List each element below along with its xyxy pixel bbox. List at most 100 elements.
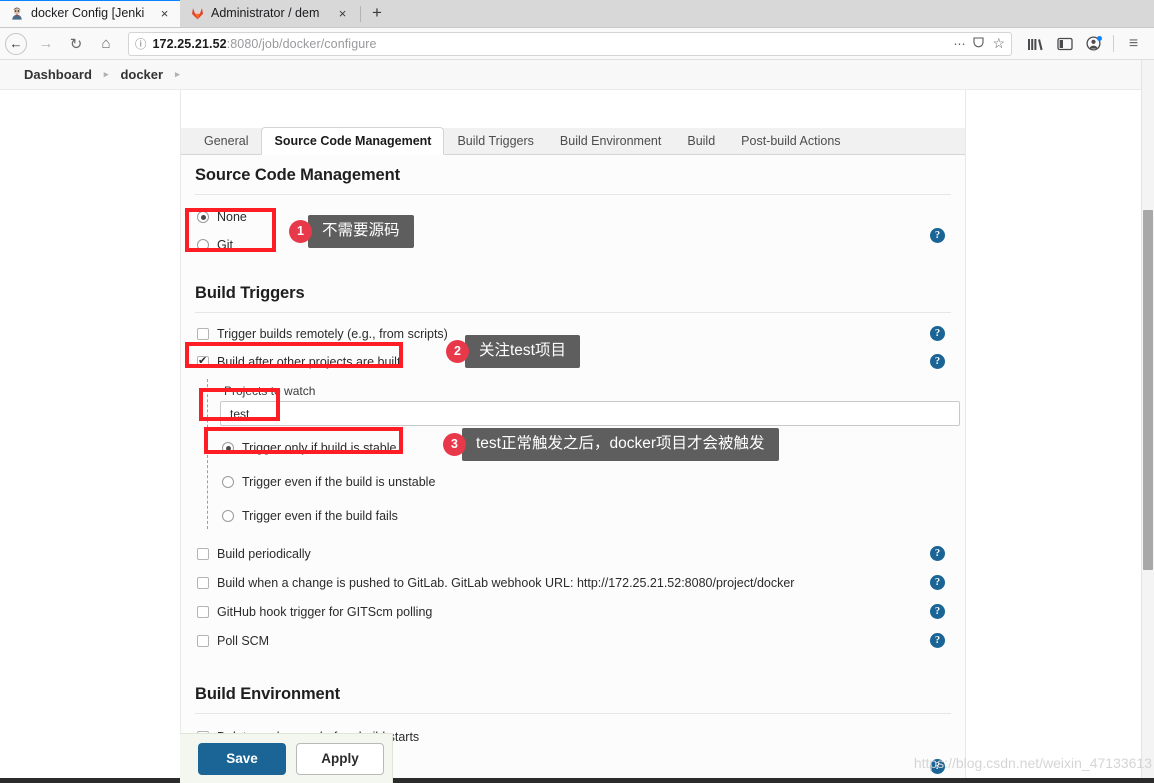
checkbox-github-hook[interactable] bbox=[197, 606, 209, 618]
section-title-scm: Source Code Management bbox=[195, 155, 951, 195]
help-icon[interactable]: ? bbox=[930, 228, 945, 243]
checkbox-build-after-other-projects[interactable] bbox=[197, 354, 209, 368]
sidebar-icon[interactable] bbox=[1051, 31, 1078, 57]
close-icon[interactable]: × bbox=[335, 6, 350, 21]
trigger-label: GitHub hook trigger for GITScm polling bbox=[217, 605, 433, 619]
projects-to-watch-input[interactable]: test bbox=[220, 401, 960, 426]
help-icon[interactable]: ? bbox=[930, 354, 945, 369]
tab-post-build-actions[interactable]: Post-build Actions bbox=[728, 127, 853, 154]
library-icon[interactable] bbox=[1022, 31, 1049, 57]
browser-window: docker Config [Jenki × Administrator / d… bbox=[0, 0, 1154, 783]
trigger-option-label: Trigger even if the build fails bbox=[242, 509, 398, 523]
radio-trigger-only-if-stable[interactable] bbox=[222, 442, 234, 454]
help-icon[interactable]: ? bbox=[930, 604, 945, 619]
breadcrumb-item-dashboard[interactable]: Dashboard bbox=[22, 67, 94, 82]
trigger-label: Build periodically bbox=[217, 547, 311, 561]
browser-tabstrip: docker Config [Jenki × Administrator / d… bbox=[0, 0, 1154, 28]
help-icon[interactable]: ? bbox=[930, 546, 945, 561]
browser-toolbar-right: ≡ bbox=[1022, 31, 1149, 57]
page-scrollbar[interactable] bbox=[1141, 60, 1154, 783]
site-info-icon[interactable]: ⓘ bbox=[135, 36, 147, 52]
tab-build-triggers[interactable]: Build Triggers bbox=[444, 127, 546, 154]
shield-icon[interactable] bbox=[972, 36, 985, 52]
jenkins-page: Dashboard ▸ docker ▸ General Source Code… bbox=[0, 60, 1154, 783]
account-notification-dot bbox=[1097, 35, 1102, 41]
url-text: 172.25.21.52:8080/job/docker/configure bbox=[153, 37, 948, 51]
annotation-3: 3 test正常触发之后，docker项目才会被触发 bbox=[443, 428, 779, 461]
window-bottom-edge bbox=[0, 778, 1154, 783]
save-button[interactable]: Save bbox=[198, 742, 286, 775]
config-form: Source Code Management None Git ? Build … bbox=[181, 155, 965, 783]
section-title-build-triggers: Build Triggers bbox=[195, 273, 951, 313]
chevron-right-icon: ▸ bbox=[175, 69, 180, 79]
reload-icon[interactable]: ↻ bbox=[62, 31, 90, 57]
url-host: 172.25.21.52 bbox=[152, 36, 227, 51]
tab-build[interactable]: Build bbox=[674, 127, 728, 154]
breadcrumb-item-docker[interactable]: docker bbox=[118, 67, 165, 82]
account-icon[interactable] bbox=[1080, 31, 1107, 57]
home-icon[interactable]: ⌂ bbox=[92, 31, 120, 57]
section-title-build-environment: Build Environment bbox=[195, 674, 951, 714]
annotation-badge: 2 bbox=[446, 339, 469, 363]
radio-git[interactable] bbox=[197, 239, 209, 251]
trigger-build-periodically[interactable]: Build periodically ? bbox=[195, 541, 951, 567]
annotation-text: 关注test项目 bbox=[465, 335, 580, 368]
checkbox-trigger-remote[interactable] bbox=[197, 328, 209, 340]
browser-tab-title: Administrator / dem bbox=[211, 6, 320, 20]
browser-tab-administrator-demo[interactable]: Administrator / dem × bbox=[180, 0, 358, 27]
form-action-bar: Save Apply bbox=[180, 733, 393, 783]
trigger-fails-option[interactable]: Trigger even if the build fails bbox=[220, 503, 951, 529]
annotation-badge: 1 bbox=[289, 219, 312, 243]
trigger-label: Trigger builds remotely (e.g., from scri… bbox=[217, 327, 448, 341]
help-icon[interactable]: ? bbox=[930, 326, 945, 341]
trigger-github-hook[interactable]: GitHub hook trigger for GITScm polling ? bbox=[195, 599, 951, 625]
chevron-right-icon: ▸ bbox=[103, 69, 109, 79]
trigger-unstable-option[interactable]: Trigger even if the build is unstable bbox=[220, 469, 951, 495]
trigger-poll-scm[interactable]: Poll SCM ? bbox=[195, 628, 951, 654]
trigger-gitlab-push[interactable]: Build when a change is pushed to GitLab.… bbox=[195, 570, 951, 596]
breadcrumb: Dashboard ▸ docker ▸ bbox=[0, 60, 1154, 90]
trigger-label: Poll SCM bbox=[217, 634, 270, 648]
annotation-badge: 3 bbox=[443, 432, 466, 456]
browser-tab-docker-config[interactable]: docker Config [Jenki × bbox=[0, 0, 180, 27]
apply-button[interactable]: Apply bbox=[296, 742, 384, 775]
page-actions-icon[interactable]: ⋯ bbox=[953, 37, 965, 51]
tab-build-environment[interactable]: Build Environment bbox=[547, 127, 674, 154]
checkbox-build-periodically[interactable] bbox=[197, 548, 209, 560]
url-bar[interactable]: ⓘ 172.25.21.52:8080/job/docker/configure… bbox=[128, 31, 1012, 56]
radio-trigger-even-if-fails[interactable] bbox=[222, 510, 234, 522]
close-icon[interactable]: × bbox=[157, 6, 172, 21]
annotation-text: test正常触发之后，docker项目才会被触发 bbox=[462, 428, 779, 461]
annotation-text: 不需要源码 bbox=[308, 215, 414, 248]
new-tab-button[interactable]: + bbox=[363, 0, 391, 27]
annotation-1: 1 不需要源码 bbox=[289, 215, 414, 248]
scm-option-label: None bbox=[217, 210, 247, 224]
tab-general[interactable]: General bbox=[191, 127, 261, 154]
tab-source-code-management[interactable]: Source Code Management bbox=[261, 127, 445, 155]
watermark: https://blog.csdn.net/weixin_47133613 bbox=[913, 755, 1152, 771]
checkbox-gitlab-push[interactable] bbox=[197, 577, 209, 589]
trigger-label: Build after other projects are built bbox=[217, 355, 401, 369]
trigger-label: Build when a change is pushed to GitLab.… bbox=[217, 576, 795, 590]
bookmark-star-icon[interactable]: ☆ bbox=[992, 35, 1005, 52]
radio-trigger-even-if-unstable[interactable] bbox=[222, 476, 234, 488]
checkbox-poll-scm[interactable] bbox=[197, 635, 209, 647]
scrollbar-thumb[interactable] bbox=[1143, 210, 1153, 570]
trigger-option-label: Trigger even if the build is unstable bbox=[242, 475, 436, 489]
help-icon[interactable]: ? bbox=[930, 575, 945, 590]
app-menu-icon[interactable]: ≡ bbox=[1120, 31, 1147, 57]
browser-navbar: ← → ↻ ⌂ ⓘ 172.25.21.52:8080/job/docker/c… bbox=[0, 28, 1154, 60]
annotation-2: 2 关注test项目 bbox=[446, 335, 580, 368]
trigger-option-label: Trigger only if build is stable bbox=[242, 441, 397, 455]
forward-button[interactable]: → bbox=[32, 31, 60, 57]
back-button[interactable]: ← bbox=[5, 32, 27, 55]
scm-option-label: Git bbox=[217, 238, 233, 252]
radio-none[interactable] bbox=[197, 211, 209, 223]
help-icon[interactable]: ? bbox=[930, 633, 945, 648]
projects-to-watch-label: Projects to watch bbox=[224, 384, 316, 398]
toolbar-divider bbox=[1113, 35, 1114, 52]
url-path: :8080/job/docker/configure bbox=[226, 36, 377, 51]
gitlab-fox-icon bbox=[189, 5, 205, 21]
tab-divider bbox=[360, 5, 361, 22]
browser-tab-title: docker Config [Jenki bbox=[31, 6, 145, 20]
